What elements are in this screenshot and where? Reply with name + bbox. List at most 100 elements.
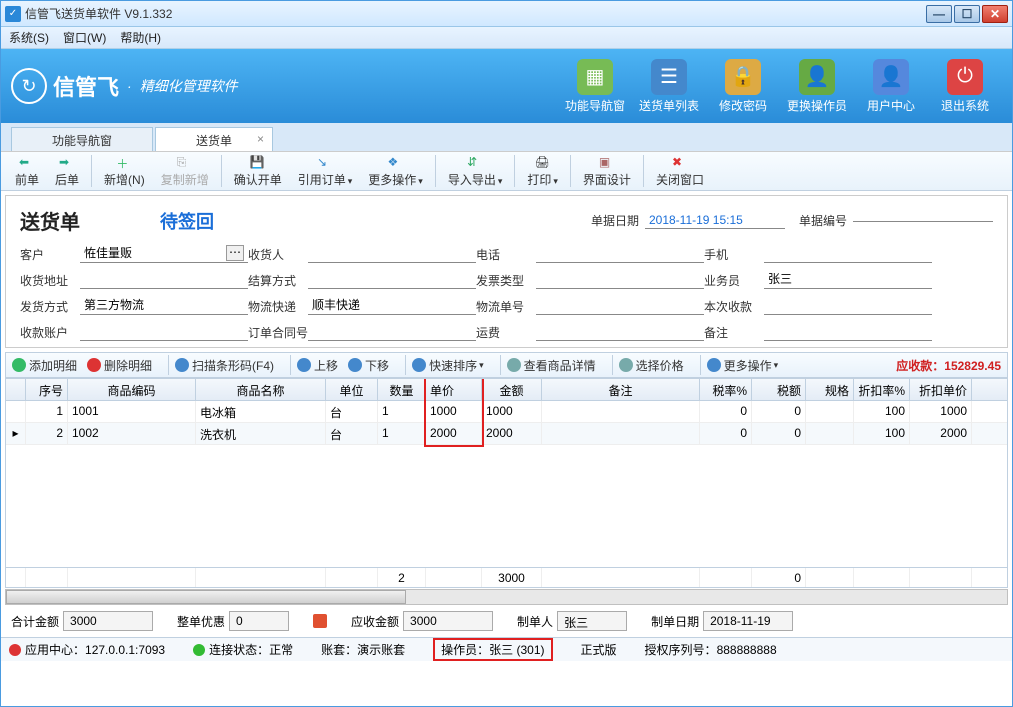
col-spec[interactable]: 规格 xyxy=(806,379,854,400)
arrow-right-icon: ➡ xyxy=(59,155,75,171)
tab-bar: 功能导航窗 送货单× xyxy=(1,123,1012,151)
customer-field[interactable]: 恠佳量贩⋯ xyxy=(80,243,248,263)
import-export-button[interactable]: ⇵导入导出▾ xyxy=(440,153,511,190)
sales-label: 业务员 xyxy=(704,272,764,289)
maximize-button[interactable]: ☐ xyxy=(954,5,980,23)
col-discprice[interactable]: 折扣单价 xyxy=(910,379,972,400)
paytype-label: 结算方式 xyxy=(248,272,308,289)
tab-close-icon[interactable]: × xyxy=(257,132,264,146)
window-title: 信管飞送货单软件 V9.1.332 xyxy=(25,5,172,22)
col-unit[interactable]: 单位 xyxy=(326,379,378,400)
docno-field[interactable] xyxy=(853,219,993,222)
grid-more-button[interactable]: 更多操作▾ xyxy=(707,357,779,374)
date-field[interactable]: 2018-11-19 15:15 xyxy=(645,212,785,229)
table-row[interactable]: 11001电冰箱台110001000001001000 xyxy=(6,401,1007,423)
freight-field[interactable] xyxy=(536,321,704,341)
col-taxrate[interactable]: 税率% xyxy=(700,379,752,400)
horizontal-scrollbar[interactable] xyxy=(5,589,1008,605)
phone-field[interactable] xyxy=(536,243,704,263)
sales-field[interactable]: 张三 xyxy=(764,269,932,289)
quote-order-button[interactable]: ↘引用订单▾ xyxy=(290,153,361,190)
prev-button[interactable]: ⬅前单 xyxy=(7,153,47,190)
move-down-button[interactable]: 下移 xyxy=(348,357,389,374)
user-center-button[interactable]: 👤用户中心 xyxy=(854,59,928,114)
phone-label: 电话 xyxy=(476,246,536,263)
appcenter-status[interactable]: 应用中心：127.0.0.1:7093 xyxy=(9,641,165,658)
switch-op-button[interactable]: 👤更换操作员 xyxy=(780,59,854,114)
col-name[interactable]: 商品名称 xyxy=(196,379,326,400)
copy-button[interactable]: ⎘复制新增 xyxy=(153,153,217,190)
banner: ↻ 信管飞 · 精细化管理软件 ▦功能导航窗 ☰送货单列表 🔒修改密码 👤更换操… xyxy=(1,49,1012,123)
design-button[interactable]: ▣界面设计 xyxy=(575,153,639,190)
pwd-button[interactable]: 🔒修改密码 xyxy=(706,59,780,114)
table-row[interactable]: ▸21002洗衣机台120002000001002000 xyxy=(6,423,1007,445)
next-button[interactable]: ➡后单 xyxy=(47,153,87,190)
invoice-field[interactable] xyxy=(536,269,704,289)
remark-field[interactable] xyxy=(764,321,932,341)
close-window-button[interactable]: ✖关闭窗口 xyxy=(648,153,712,190)
version-status: 正式版 xyxy=(581,641,617,658)
new-button[interactable]: ＋新增(N) xyxy=(96,153,153,190)
address-label: 收货地址 xyxy=(20,272,80,289)
col-code[interactable]: 商品编码 xyxy=(68,379,196,400)
sort-icon xyxy=(412,358,426,372)
form-area: 送货单 待签回 单据日期 2018-11-19 15:15 单据编号 客户 恠佳… xyxy=(5,195,1008,348)
del-row-button[interactable]: 删除明细 xyxy=(87,357,152,374)
tab-nav[interactable]: 功能导航窗 xyxy=(11,127,153,151)
menu-window[interactable]: 窗口(W) xyxy=(63,29,106,46)
thispay-label: 本次收款 xyxy=(704,298,764,315)
col-qty[interactable]: 数量 xyxy=(378,379,426,400)
customer-label: 客户 xyxy=(20,246,80,263)
form-title: 送货单 xyxy=(20,206,80,235)
nav-icon: ▦ xyxy=(577,59,613,95)
minimize-button[interactable]: — xyxy=(926,5,952,23)
address-field[interactable] xyxy=(80,269,248,289)
sum-tax: 0 xyxy=(752,568,806,587)
col-tax[interactable]: 税额 xyxy=(752,379,806,400)
lookup-button[interactable]: ⋯ xyxy=(226,245,244,261)
col-amount[interactable]: 金额 xyxy=(482,379,542,400)
mobile-field[interactable] xyxy=(764,243,932,263)
col-price[interactable]: 单价 xyxy=(426,379,482,400)
account-label: 收款账户 xyxy=(20,324,80,341)
book-status: 账套：演示账套 xyxy=(321,641,405,658)
ship-field[interactable]: 第三方物流 xyxy=(80,295,248,315)
orderdisc-field[interactable]: 0 xyxy=(229,611,289,631)
connection-status: 连接状态：正常 xyxy=(193,641,293,658)
close-button[interactable]: ✕ xyxy=(982,5,1008,23)
more-ops-button[interactable]: ❖更多操作▾ xyxy=(360,153,431,190)
select-price-button[interactable]: 选择价格 xyxy=(619,357,684,374)
chevron-down-icon: ▾ xyxy=(498,176,503,186)
remark-label: 备注 xyxy=(704,324,764,341)
nav-button[interactable]: ▦功能导航窗 xyxy=(558,59,632,114)
col-seq[interactable]: 序号 xyxy=(26,379,68,400)
col-discrate[interactable]: 折扣率% xyxy=(854,379,910,400)
express-field[interactable]: 顺丰快递 xyxy=(308,295,476,315)
list-button[interactable]: ☰送货单列表 xyxy=(632,59,706,114)
scan-barcode-button[interactable]: 扫描条形码(F4) xyxy=(175,357,274,374)
thispay-field[interactable] xyxy=(764,295,932,315)
brand-dot: · xyxy=(127,78,132,94)
menu-help[interactable]: 帮助(H) xyxy=(120,29,161,46)
scrollbar-thumb[interactable] xyxy=(6,590,406,604)
paytype-field[interactable] xyxy=(308,269,476,289)
tab-delivery[interactable]: 送货单× xyxy=(155,127,273,151)
grid-toolbar: 添加明细 删除明细 扫描条形码(F4) 上移 下移 快速排序▾ 查看商品详情 选… xyxy=(5,352,1008,378)
exit-button[interactable]: ⏻退出系统 xyxy=(928,59,1002,114)
print-button[interactable]: 🖨打印▾ xyxy=(519,153,566,190)
chevron-down-icon: ▾ xyxy=(774,360,779,371)
contract-field[interactable] xyxy=(308,321,476,341)
account-field[interactable] xyxy=(80,321,248,341)
move-up-button[interactable]: 上移 xyxy=(297,357,338,374)
col-remark[interactable]: 备注 xyxy=(542,379,700,400)
menu-system[interactable]: 系统(S) xyxy=(9,29,49,46)
add-row-button[interactable]: 添加明细 xyxy=(12,357,77,374)
items-grid[interactable]: 序号 商品编码 商品名称 单位 数量 单价 金额 备注 税率% 税额 规格 折扣… xyxy=(5,378,1008,588)
arrow-down-icon xyxy=(348,358,362,372)
quick-sort-button[interactable]: 快速排序▾ xyxy=(412,357,484,374)
discount-toggle[interactable] xyxy=(313,614,327,628)
receiver-field[interactable] xyxy=(308,243,476,263)
confirm-button[interactable]: 💾确认开单 xyxy=(226,153,290,190)
trackno-field[interactable] xyxy=(536,295,704,315)
product-detail-button[interactable]: 查看商品详情 xyxy=(507,357,596,374)
